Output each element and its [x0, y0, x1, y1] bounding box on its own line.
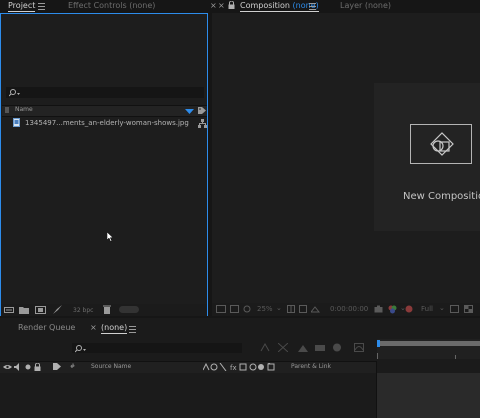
frame-blending-icon[interactable] [315, 343, 325, 352]
new-composition-label[interactable]: New Composition [403, 191, 480, 202]
svg-text:fx: fx [230, 364, 237, 371]
new-composition-icon[interactable] [35, 306, 46, 314]
always-preview-icon[interactable] [216, 305, 226, 313]
timecode-display[interactable]: 0:00:00:00 [330, 305, 368, 313]
image-file-icon [13, 118, 20, 127]
eye-icon[interactable] [3, 364, 12, 370]
work-area-bar[interactable] [379, 341, 480, 346]
label-icon [5, 107, 9, 113]
resolution-dropdown[interactable]: Full [421, 305, 433, 313]
grid-icon[interactable] [287, 305, 295, 313]
new-folder-icon[interactable] [19, 306, 29, 314]
work-area-start-handle[interactable] [377, 340, 380, 347]
composition-viewer[interactable]: New Composition [374, 83, 480, 231]
column-source-name-label[interactable]: Source Name [91, 363, 131, 370]
composition-menu-icon[interactable] [309, 3, 316, 10]
time-ruler[interactable] [377, 339, 480, 359]
sort-arrow-icon[interactable] [185, 109, 194, 114]
tab-composition[interactable]: Composition (none) [240, 1, 319, 12]
tab-timeline-none[interactable]: (none) [101, 323, 128, 334]
bpc-label[interactable]: 32 bpc [73, 307, 93, 314]
composition-panel: New Composition [212, 13, 480, 303]
region-of-interest-icon[interactable] [450, 305, 459, 313]
project-search-input[interactable] [6, 87, 204, 98]
timeline-track-area[interactable] [377, 373, 480, 418]
lock-icon[interactable] [34, 363, 41, 371]
project-menu-icon[interactable] [38, 3, 45, 10]
transparency-grid-icon[interactable] [464, 305, 473, 313]
graph-editor-icon[interactable] [354, 343, 364, 352]
column-parent-link-label[interactable]: Parent & Link [291, 363, 331, 370]
composition-toolbar: 25% ⌄ 0:00:00:00 ⌄ Full ⌄ [212, 303, 480, 316]
project-settings-icon[interactable] [53, 305, 62, 314]
tag-icon[interactable] [198, 107, 206, 114]
project-panel: Name 1345497...ments_an-elderly-woman-sh… [0, 13, 208, 316]
zoom-value[interactable]: 25% [257, 305, 273, 313]
tab-layer[interactable]: Layer (none) [340, 1, 391, 10]
interpret-footage-icon[interactable] [4, 306, 14, 314]
project-toolbar: 32 bpc [1, 304, 207, 316]
tab-project[interactable]: Project [8, 1, 36, 12]
search-icon [75, 345, 86, 353]
hierarchy-icon[interactable] [198, 119, 207, 128]
mouse-cursor-icon [107, 232, 114, 242]
project-column-header: Name [2, 105, 207, 117]
column-name-label[interactable]: Name [15, 106, 33, 113]
color-management-icon[interactable] [405, 305, 413, 313]
layer-list-area[interactable] [0, 373, 376, 418]
lock-icon[interactable] [228, 1, 235, 9]
ruler-tick [377, 353, 378, 359]
label-tag-icon[interactable] [53, 363, 61, 370]
chevron-down-icon[interactable]: ⌄ [276, 304, 282, 312]
audio-icon[interactable] [14, 363, 22, 371]
new-composition-button[interactable] [410, 124, 472, 164]
close-icon[interactable]: × [90, 323, 97, 332]
comp-marker-icon[interactable] [260, 343, 270, 352]
chevron-down-icon[interactable]: ⌄ [439, 304, 445, 312]
column-hash-label[interactable]: # [70, 363, 75, 370]
thumbnail-slider[interactable] [119, 306, 139, 313]
layer-switches-icon[interactable]: fx [203, 363, 281, 371]
ruler-tick [455, 355, 456, 359]
file-name: 1345497...ments_an-elderly-woman-shows.j… [25, 119, 189, 127]
zoom-dropdown-icon[interactable] [243, 305, 251, 313]
timeline-panel: Render Queue × (none) # Source Name fx P… [0, 318, 480, 418]
show-channel-icon[interactable] [388, 305, 397, 314]
tab-effect-controls[interactable]: Effect Controls (none) [68, 1, 155, 10]
tab-composition-label: Composition [240, 1, 290, 10]
trash-icon[interactable] [103, 305, 111, 314]
snapshot-icon[interactable] [311, 305, 320, 313]
motion-blur-icon[interactable] [332, 343, 342, 352]
list-item[interactable]: 1345497...ments_an-elderly-woman-shows.j… [11, 118, 207, 129]
shy-layers-icon[interactable] [298, 343, 308, 352]
new-composition-icon [430, 132, 454, 156]
timeline-menu-icon[interactable] [129, 326, 136, 333]
close-icon[interactable]: × [218, 1, 225, 10]
timeline-search-input[interactable] [72, 343, 242, 353]
draft-3d-icon[interactable] [278, 343, 288, 352]
camera-icon[interactable] [374, 305, 383, 313]
close-icon[interactable]: × [210, 1, 217, 10]
search-icon [9, 89, 20, 97]
tab-render-queue[interactable]: Render Queue [18, 323, 75, 332]
3d-view-icon[interactable] [230, 305, 239, 313]
solo-icon[interactable] [25, 364, 31, 370]
mask-visibility-icon[interactable] [299, 305, 307, 313]
